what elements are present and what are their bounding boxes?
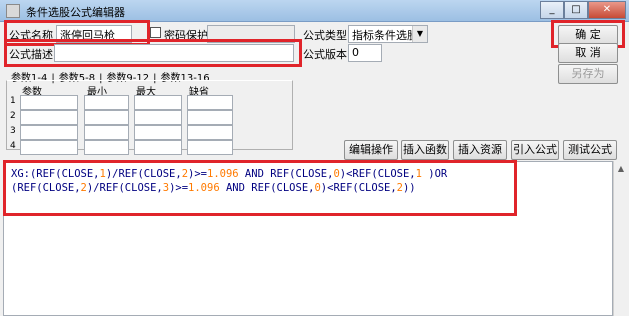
maximize-button[interactable]: □ [564, 1, 588, 19]
param-default-cell[interactable] [187, 125, 233, 140]
formula-type-value: 指标条件选股 [352, 29, 418, 42]
insert-resource-button[interactable]: 插入资源 [453, 140, 507, 160]
minimize-button[interactable]: _ [540, 1, 564, 19]
password-checkbox[interactable] [150, 27, 161, 38]
param-min-cell[interactable] [84, 110, 129, 125]
insert-function-button[interactable]: 插入函数 [401, 140, 449, 160]
formula-version-label: 公式版本 [303, 48, 347, 61]
param-row-index: 1 [10, 96, 16, 106]
param-default-cell[interactable] [187, 95, 233, 110]
param-max-cell[interactable] [134, 95, 182, 110]
edit-ops-button[interactable]: 编辑操作 [344, 140, 398, 160]
param-name-cell[interactable] [20, 140, 78, 155]
param-row-index: 3 [10, 126, 16, 136]
formula-type-label: 公式类型 [303, 29, 347, 42]
formula-version-input[interactable]: 0 [348, 44, 382, 62]
param-max-cell[interactable] [134, 140, 182, 155]
param-row-index: 2 [10, 111, 16, 121]
window-title: 条件选股公式编辑器 [26, 6, 125, 19]
app-icon [6, 4, 20, 18]
import-formula-button[interactable]: 引入公式 [511, 140, 559, 160]
param-max-cell[interactable] [134, 110, 182, 125]
param-name-cell[interactable] [20, 95, 78, 110]
formula-type-select[interactable]: 指标条件选股 ▼ [348, 25, 428, 43]
highlight-desc [4, 39, 302, 67]
param-row-index: 4 [10, 141, 16, 151]
close-button[interactable]: ✕ [588, 1, 626, 19]
save-as-button[interactable]: 另存为 [558, 64, 618, 84]
scroll-up-icon[interactable]: ▲ [613, 161, 629, 177]
param-max-cell[interactable] [134, 125, 182, 140]
param-default-cell[interactable] [187, 140, 233, 155]
param-default-cell[interactable] [187, 110, 233, 125]
editor-scrollbar[interactable] [613, 161, 629, 316]
cancel-button[interactable]: 取 消 [558, 43, 618, 63]
chevron-down-icon: ▼ [412, 26, 427, 42]
param-name-cell[interactable] [20, 110, 78, 125]
title-bar: 条件选股公式编辑器 _ □ ✕ [0, 0, 629, 22]
param-name-cell[interactable] [20, 125, 78, 140]
test-formula-button[interactable]: 测试公式 [563, 140, 617, 160]
param-min-cell[interactable] [84, 140, 129, 155]
param-min-cell[interactable] [84, 125, 129, 140]
highlight-code [3, 160, 517, 216]
param-min-cell[interactable] [84, 95, 129, 110]
